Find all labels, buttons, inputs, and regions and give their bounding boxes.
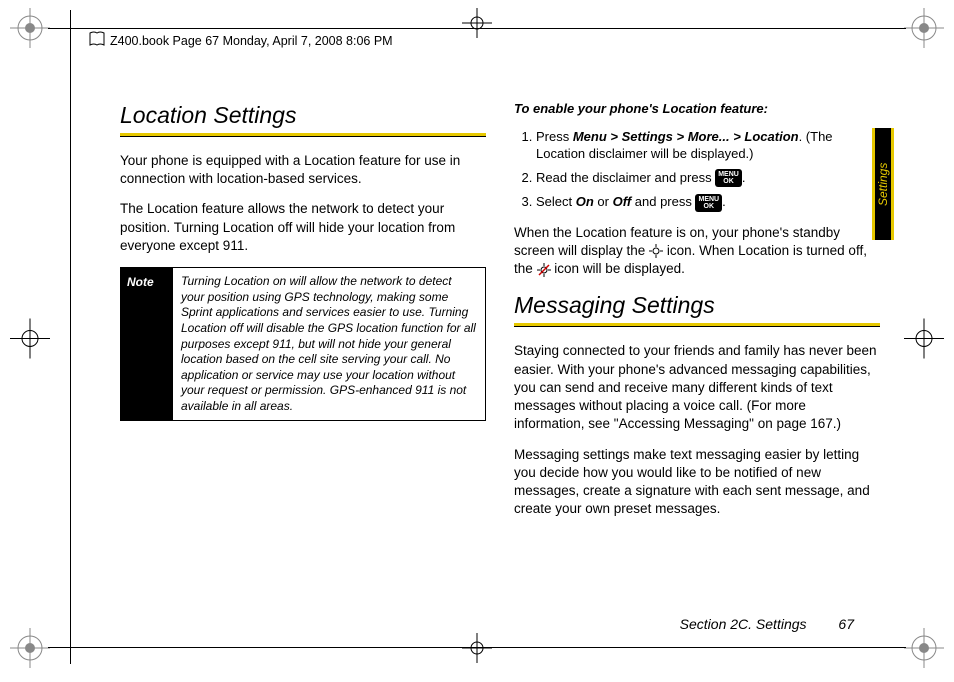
location-on-icon xyxy=(649,244,663,258)
option-on: On xyxy=(576,194,594,209)
body-text: When the Location feature is on, your ph… xyxy=(514,224,880,279)
menu-path: Menu > Settings > More... > Location xyxy=(573,129,799,144)
step-text: and press xyxy=(631,194,695,209)
registration-mark-icon xyxy=(904,319,944,364)
crop-mark-icon xyxy=(904,8,944,48)
note-text: Turning Location on will allow the netwo… xyxy=(173,268,485,420)
instruction-heading: To enable your phone's Location feature: xyxy=(514,100,880,118)
book-icon xyxy=(88,30,106,53)
footer-section: Section 2C. Settings xyxy=(680,616,807,632)
body-text: Your phone is equipped with a Location f… xyxy=(120,152,486,188)
step-text: Select xyxy=(536,194,576,209)
step-item: Press Menu > Settings > More... > Locati… xyxy=(536,128,880,163)
section-heading-messaging: Messaging Settings xyxy=(514,290,880,321)
step-item: Read the disclaimer and press MENUOK. xyxy=(536,169,880,188)
step-text: or xyxy=(594,194,613,209)
registration-mark-icon xyxy=(462,633,492,668)
steps-list: Press Menu > Settings > More... > Locati… xyxy=(514,128,880,212)
option-off: Off xyxy=(613,194,632,209)
body-text: Staying connected to your friends and fa… xyxy=(514,342,880,433)
heading-rule xyxy=(120,133,486,136)
crop-mark-icon xyxy=(10,628,50,668)
page-footer: Section 2C. Settings 67 xyxy=(680,616,854,632)
location-off-icon xyxy=(537,263,551,277)
page-number: 67 xyxy=(838,616,854,632)
heading-rule xyxy=(514,323,880,326)
step-text: . xyxy=(722,194,726,209)
note-box: Note Turning Location on will allow the … xyxy=(120,267,486,421)
crop-line xyxy=(70,10,71,664)
right-column: To enable your phone's Location feature:… xyxy=(514,100,880,602)
left-column: Location Settings Your phone is equipped… xyxy=(120,100,486,602)
step-text: . xyxy=(742,170,746,185)
page-header: Z400.book Page 67 Monday, April 7, 2008 … xyxy=(110,34,393,48)
menu-ok-key-icon: MENUOK xyxy=(695,194,722,212)
registration-mark-icon xyxy=(462,8,492,43)
registration-mark-icon xyxy=(10,319,50,364)
body-text: Messaging settings make text messaging e… xyxy=(514,446,880,519)
note-label: Note xyxy=(121,268,173,420)
menu-ok-key-icon: MENUOK xyxy=(715,169,742,187)
section-heading-location: Location Settings xyxy=(120,100,486,131)
crop-mark-icon xyxy=(904,628,944,668)
step-text: Press xyxy=(536,129,573,144)
crop-mark-icon xyxy=(10,8,50,48)
body-text: The Location feature allows the network … xyxy=(120,200,486,255)
step-item: Select On or Off and press MENUOK. xyxy=(536,193,880,212)
step-text: Read the disclaimer and press xyxy=(536,170,715,185)
